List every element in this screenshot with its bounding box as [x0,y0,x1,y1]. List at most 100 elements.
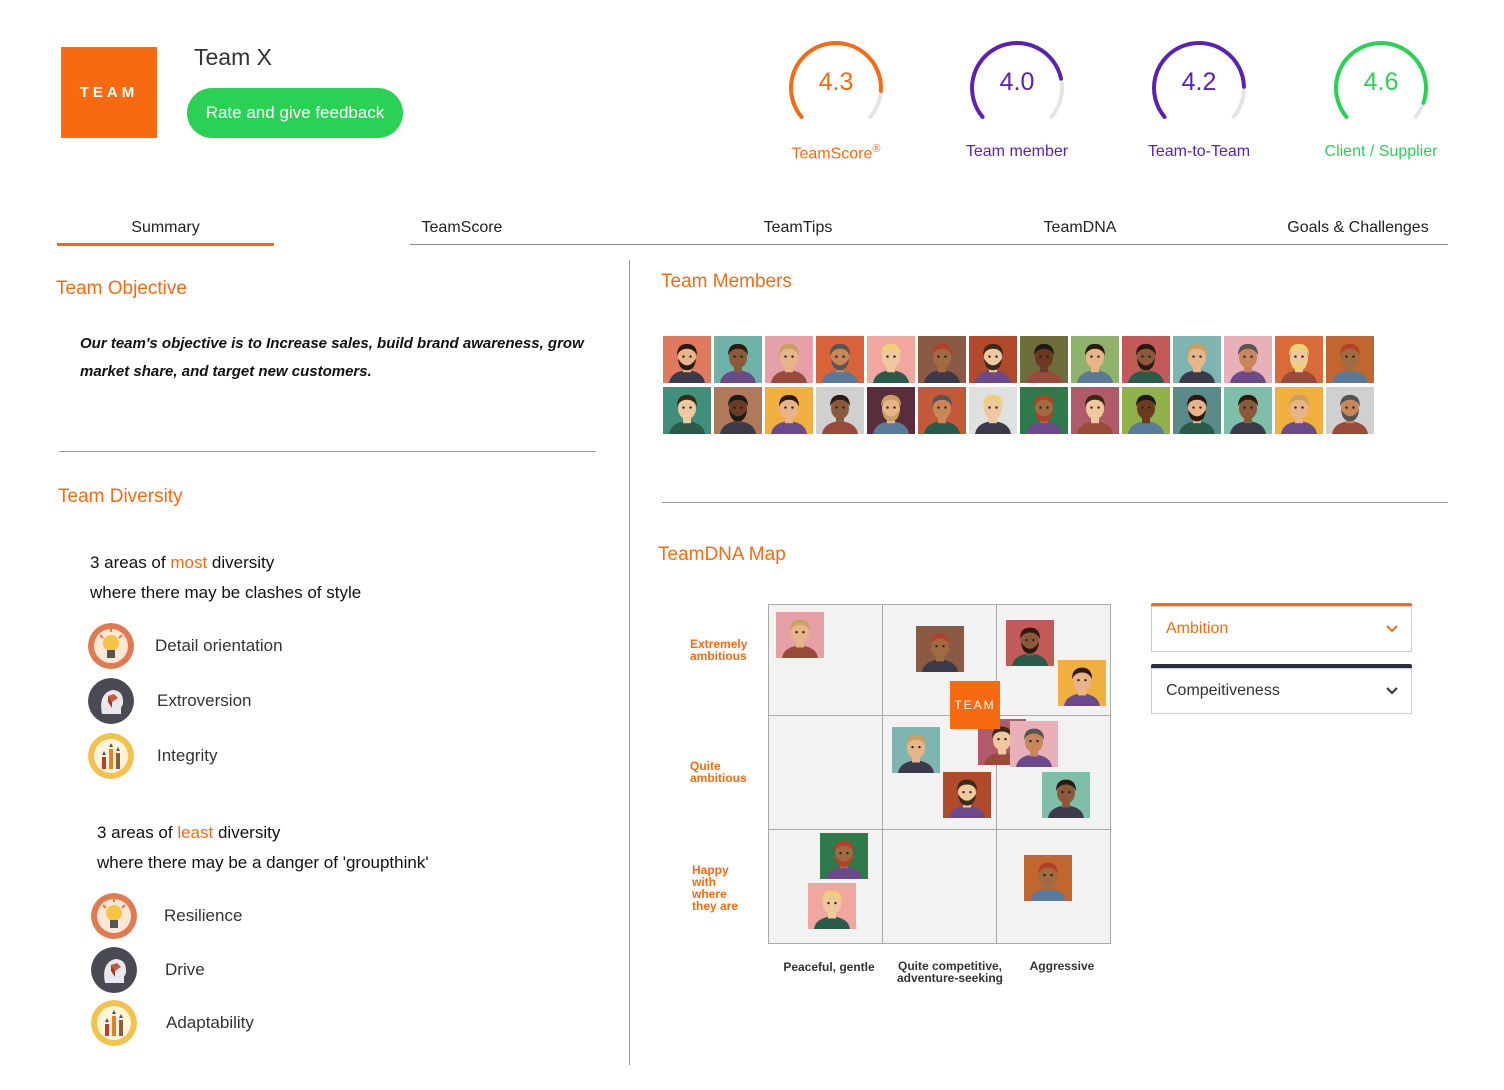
most-prefix: 3 areas of [90,553,171,572]
map-member-avatar[interactable] [820,833,868,879]
growth-arrows-icon [91,1000,137,1046]
ambition-select-value: Ambition [1166,620,1229,637]
map-member-avatar[interactable] [1024,855,1072,901]
tab-teamscore[interactable]: TeamScore [400,210,524,246]
member-avatar[interactable] [1020,336,1068,383]
gauge-value: 4.0 [999,68,1035,96]
score-gauge: 4.3 TeamScore® [766,38,906,168]
gauge-label-text: TeamScore [791,145,873,163]
chevron-down-icon [1386,625,1398,633]
gauge-value: 4.3 [818,68,854,96]
map-member-avatar[interactable] [776,612,824,658]
members-title: Team Members [661,271,792,292]
member-avatar[interactable] [1071,336,1119,383]
member-avatar[interactable] [867,336,915,383]
gauge-label-text: Client / Supplier [1324,143,1438,160]
dna-map-title: TeamDNA Map [658,544,786,565]
member-avatar[interactable] [714,387,762,434]
y-label-extremely-ambitious: Extremely ambitious [690,637,748,663]
rate-feedback-button[interactable]: Rate and give feedback [187,88,403,138]
least-suffix: diversity [213,823,281,842]
grid-line [882,605,883,943]
ambition-select[interactable]: Ambition [1151,606,1412,652]
tab-teamtips[interactable]: TeamTips [740,210,856,246]
member-avatar[interactable] [714,336,762,383]
most-diversity-heading: 3 areas of most diversity where there ma… [90,548,361,608]
member-avatar[interactable] [1326,336,1374,383]
gauge-label: Client / Supplier [1291,143,1471,161]
tab-summary[interactable]: Summary [57,210,274,246]
member-avatar[interactable] [1224,336,1272,383]
member-avatar[interactable] [663,336,711,383]
member-avatar[interactable] [816,387,864,434]
trait-label: Integrity [157,746,218,765]
map-member-avatar[interactable] [1058,660,1106,706]
member-avatar[interactable] [969,387,1017,434]
member-avatar[interactable] [1122,387,1170,434]
registered-mark: ® [872,143,881,155]
team-name: Team X [194,44,272,70]
gauge-value: 4.2 [1181,68,1217,96]
competitiveness-select-value: Compeitiveness [1166,682,1280,699]
map-member-avatar[interactable] [1006,620,1054,666]
gauge-label-text: Team member [965,143,1069,160]
member-avatar[interactable] [969,336,1017,383]
growth-arrows-icon [88,733,134,779]
map-member-avatar[interactable] [1042,772,1090,818]
x-label-aggressive: Aggressive [1029,959,1095,973]
competitiveness-select[interactable]: Compeitiveness [1151,668,1412,714]
tab-teamdna[interactable]: TeamDNA [1020,210,1140,246]
member-avatar[interactable] [1122,336,1170,383]
tab-goals-challenges[interactable]: Goals & Challenges [1270,210,1446,246]
member-avatar[interactable] [1275,387,1323,434]
y-label-happy: Happy with where they are [692,863,739,913]
member-avatar[interactable] [1071,387,1119,434]
trait-label: Detail orientation [155,636,283,655]
team-position-marker: TEAM [950,681,1000,729]
member-avatar[interactable] [1326,387,1374,434]
map-member-avatar[interactable] [943,772,991,818]
map-member-avatar[interactable] [808,883,856,929]
trait-label: Drive [165,960,205,979]
objective-divider [59,451,596,452]
member-avatar[interactable] [1173,387,1221,434]
member-avatar[interactable] [867,387,915,434]
grid-line [769,715,1110,716]
least-highlight: least [177,823,214,842]
y-label-quite-ambitious: Quite ambitious [690,759,747,785]
member-avatar[interactable] [1173,336,1221,383]
most-highlight: most [170,553,208,572]
team-logo: TEAM [61,47,157,138]
x-label-peaceful: Peaceful, gentle [783,960,875,974]
x-label-quite-competitive: Quite competitive, adventure-seeking [896,959,1004,985]
grid-line [769,829,1110,830]
member-avatar[interactable] [765,336,813,383]
least-subheading: where there may be a danger of 'groupthi… [97,853,429,872]
most-suffix: diversity [207,553,275,572]
column-divider [629,260,630,1065]
map-member-avatar[interactable] [916,626,964,672]
least-prefix: 3 areas of [97,823,178,842]
member-avatar[interactable] [663,387,711,434]
active-tab-indicator [57,243,274,246]
gauge-label: Team-to-Team [1109,143,1289,161]
member-avatar[interactable] [765,387,813,434]
gauge-value: 4.6 [1363,68,1399,96]
gauge-label-text: Team-to-Team [1147,143,1251,160]
score-gauge: 4.0 Team member [947,38,1087,168]
head-cube-icon [88,678,134,724]
map-member-avatar[interactable] [892,727,940,773]
member-avatar[interactable] [1275,336,1323,383]
score-gauge: 4.2 Team-to-Team [1129,38,1269,168]
trait-label: Resilience [164,906,243,925]
lightbulb-head-icon [91,893,137,939]
gauge-label: Team member [927,143,1107,161]
member-avatar[interactable] [918,336,966,383]
member-avatar[interactable] [1020,387,1068,434]
member-avatar[interactable] [1224,387,1272,434]
member-avatar[interactable] [918,387,966,434]
map-member-avatar[interactable] [1010,721,1058,767]
diversity-title: Team Diversity [58,486,183,507]
trait-label: Adaptability [166,1013,254,1032]
member-avatar[interactable] [816,336,864,383]
